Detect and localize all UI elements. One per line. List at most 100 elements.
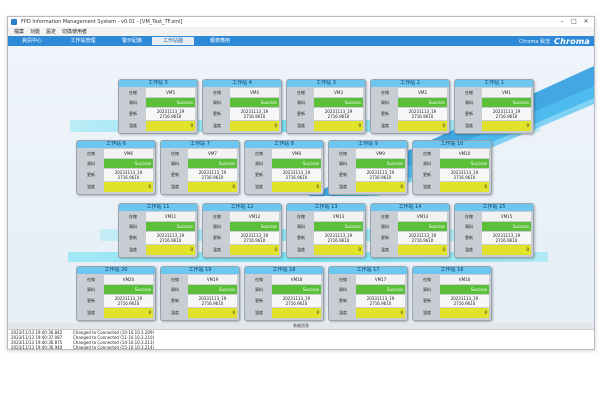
temp-label: 溫度	[423, 310, 431, 315]
temp-value: 0	[230, 245, 279, 255]
station-row-status: 在線 VM5	[119, 88, 197, 97]
timestamp-value: 20231113_19 2716.9610	[398, 232, 447, 244]
time-label: 更新	[423, 298, 431, 303]
status-label: 在線	[339, 277, 347, 282]
time-label: 更新	[171, 298, 179, 303]
status-label: 在線	[465, 90, 473, 95]
station-card[interactable]: 工作站 14 在線 VM14 資料 Success 更新 20231113_19 2716.9…	[370, 203, 450, 258]
tab-station-management[interactable]: 工作站管理	[60, 37, 106, 45]
temp-label: 溫度	[213, 247, 221, 252]
status-label: 在線	[339, 151, 347, 156]
nav-bar: 資訊中心 工作站管理 警示紀錄 工作站圖 報表應用 Chroma 致茂 Chro…	[8, 36, 594, 46]
vm-value: VM14	[398, 212, 447, 221]
temp-value: 0	[104, 308, 153, 318]
result-badge: Success	[272, 285, 321, 294]
station-card[interactable]: 工作站 5 在線 VM5 資料 Success 更新 20231113_19 2716.961…	[118, 79, 198, 134]
station-card[interactable]: 工作站 3 在線 VM3 資料 Success 更新 20231113_19 2716.961…	[286, 79, 366, 134]
station-row-time: 更新 20231113_19 2716.9610	[413, 169, 491, 181]
station-card[interactable]: 工作站 7 在線 VM7 資料 Success 更新 20231113_19 2716.961…	[160, 140, 240, 195]
station-row-time: 更新 20231113_19 2716.9610	[203, 108, 281, 120]
time-label: 更新	[87, 298, 95, 303]
temp-label: 溫度	[297, 247, 305, 252]
station-card[interactable]: 工作站 15 在線 VM15 資料 Success 更新 20231113_19 2716.9…	[454, 203, 534, 258]
station-card[interactable]: 工作站 6 在線 VM6 資料 Success 更新 20231113_19 2716.961…	[76, 140, 156, 195]
temp-value: 0	[272, 308, 321, 318]
tab-station-map[interactable]: 工作站圖	[152, 37, 194, 45]
minimize-button[interactable]: –	[556, 17, 568, 27]
tab-info-center[interactable]: 資訊中心	[12, 37, 52, 45]
result-badge: Success	[314, 98, 363, 107]
menu-file[interactable]: 檔案	[14, 28, 24, 35]
station-card[interactable]: 工作站 2 在線 VM2 資料 Success 更新 20231113_19 2716.961…	[370, 79, 450, 134]
close-button[interactable]: ✕	[580, 17, 592, 27]
station-card[interactable]: 工作站 1 在線 VM1 資料 Success 更新 20231113_19 2716.961…	[454, 79, 534, 134]
result-label: 資料	[87, 161, 95, 166]
temp-label: 溫度	[465, 123, 473, 128]
temp-label: 溫度	[381, 247, 389, 252]
station-row-temp: 溫度 0	[119, 121, 197, 131]
station-row-temp: 溫度 0	[77, 308, 155, 318]
status-label: 在線	[213, 214, 221, 219]
timestamp-value: 20231113_19 2716.9610	[440, 169, 489, 181]
station-card[interactable]: 工作站 8 在線 VM8 資料 Success 更新 20231113_19 2716.961…	[244, 140, 324, 195]
result-label: 資料	[129, 100, 137, 105]
result-badge: Success	[398, 222, 447, 231]
station-row-temp: 溫度 0	[287, 121, 365, 131]
temp-value: 0	[314, 121, 363, 131]
time-label: 更新	[129, 235, 137, 240]
station-name: 工作站 6	[77, 141, 155, 148]
timestamp-value: 20231113_19 2716.9610	[356, 169, 405, 181]
station-row-temp: 溫度 0	[77, 182, 155, 192]
station-row-result: 資料 Success	[287, 98, 365, 107]
temp-label: 溫度	[255, 310, 263, 315]
station-row-time: 更新 20231113_19 2716.9610	[245, 169, 323, 181]
time-label: 更新	[213, 235, 221, 240]
station-card[interactable]: 工作站 4 在線 VM4 資料 Success 更新 20231113_19 2716.961…	[202, 79, 282, 134]
station-row-result: 資料 Success	[245, 159, 323, 168]
timestamp-value: 20231113_19 2716.9610	[482, 108, 531, 120]
station-row-result: 資料 Success	[119, 222, 197, 231]
station-row-result: 資料 Success	[329, 285, 407, 294]
time-label: 更新	[465, 235, 473, 240]
station-row-status: 在線 VM6	[77, 149, 155, 158]
tab-reports[interactable]: 報表應用	[200, 37, 240, 45]
station-card[interactable]: 工作站 18 在線 VM18 資料 Success 更新 20231113_19 2716.9…	[244, 266, 324, 321]
vm-value: VM3	[314, 88, 363, 97]
result-badge: Success	[398, 98, 447, 107]
station-card[interactable]: 工作站 19 在線 VM19 資料 Success 更新 20231113_19 2716.9…	[160, 266, 240, 321]
station-card[interactable]: 工作站 12 在線 VM12 資料 Success 更新 20231113_19 2716.9…	[202, 203, 282, 258]
station-row-temp: 溫度 0	[245, 308, 323, 318]
temp-label: 溫度	[255, 184, 263, 189]
result-label: 資料	[381, 100, 389, 105]
station-row-result: 資料 Success	[371, 222, 449, 231]
result-label: 資料	[255, 287, 263, 292]
station-name: 工作站 16	[413, 267, 491, 274]
menu-settings[interactable]: 設定	[46, 28, 56, 35]
tab-alarm-records[interactable]: 警示紀錄	[112, 37, 152, 45]
status-label: 在線	[255, 151, 263, 156]
station-card[interactable]: 工作站 11 在線 VM11 資料 Success 更新 20231113_19 2716.9…	[118, 203, 198, 258]
menu-switch-user[interactable]: 切換使用者	[62, 28, 87, 35]
station-name: 工作站 12	[203, 204, 281, 211]
station-card[interactable]: 工作站 17 在線 VM17 資料 Success 更新 20231113_19 2716.9…	[328, 266, 408, 321]
status-label: 在線	[465, 214, 473, 219]
result-label: 資料	[339, 161, 347, 166]
station-card[interactable]: 工作站 10 在線 VM10 資料 Success 更新 20231113_19 2716.9…	[412, 140, 492, 195]
station-card[interactable]: 工作站 9 在線 VM9 資料 Success 更新 20231113_19 2716.961…	[328, 140, 408, 195]
station-name: 工作站 3	[287, 80, 365, 87]
station-row-status: 在線 VM4	[203, 88, 281, 97]
time-label: 更新	[297, 111, 305, 116]
station-row-time: 更新 20231113_19 2716.9610	[329, 295, 407, 307]
station-name: 工作站 15	[455, 204, 533, 211]
status-label: 在線	[129, 214, 137, 219]
station-card[interactable]: 工作站 13 在線 VM13 資料 Success 更新 20231113_19 2716.9…	[286, 203, 366, 258]
brand-name: Chroma 致茂	[518, 38, 551, 45]
station-row-result: 資料 Success	[287, 222, 365, 231]
station-card[interactable]: 工作站 20 在線 VM20 資料 Success 更新 20231113_19 2716.9…	[76, 266, 156, 321]
temp-value: 0	[188, 182, 237, 192]
station-card[interactable]: 工作站 16 在線 VM16 資料 Success 更新 20231113_19 2716.9…	[412, 266, 492, 321]
temp-value: 0	[356, 182, 405, 192]
menu-function[interactable]: 功能	[30, 28, 40, 35]
maximize-button[interactable]: □	[568, 17, 580, 27]
result-badge: Success	[482, 98, 531, 107]
